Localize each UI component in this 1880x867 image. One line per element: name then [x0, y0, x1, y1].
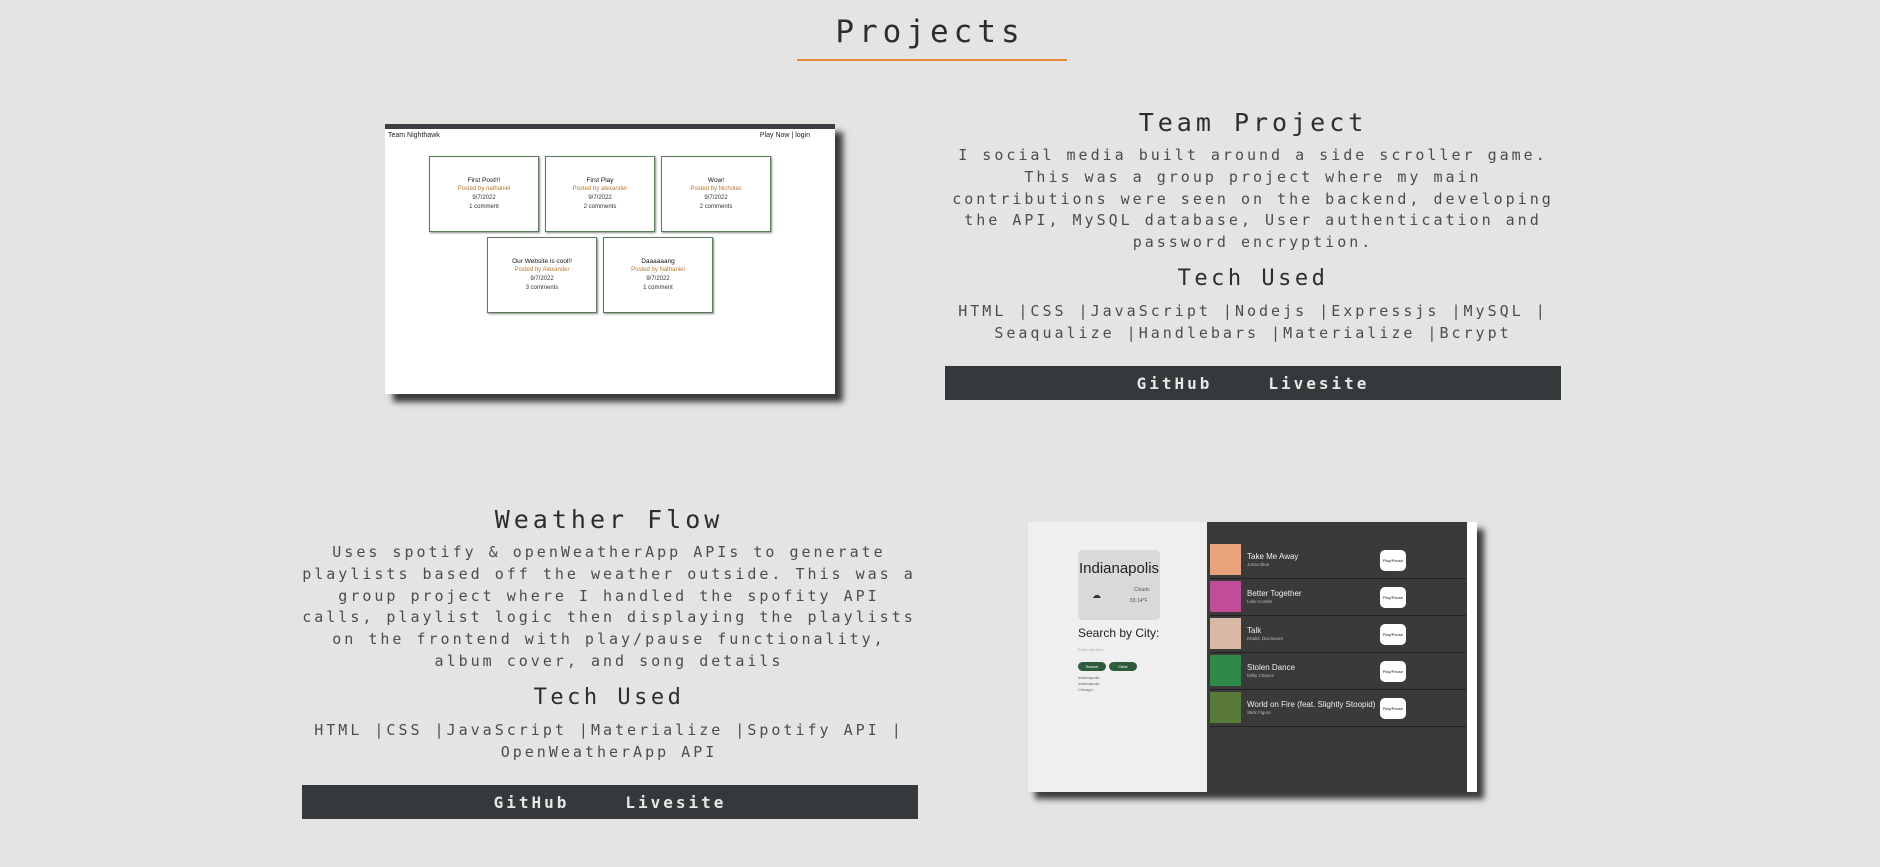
- search-label: Search by City:: [1078, 626, 1160, 640]
- livesite-link[interactable]: Livesite: [625, 793, 726, 812]
- post-comments: 1 comment: [469, 204, 499, 210]
- post-date: 9/7/2022: [530, 276, 554, 282]
- page-title: Projects: [835, 14, 1025, 50]
- play-pause-button: Play/Pause: [1380, 587, 1406, 608]
- search-button: Search: [1078, 662, 1106, 671]
- post-title: Daaaaaang: [641, 258, 675, 265]
- history-item: Chicago: [1078, 687, 1093, 692]
- song-title: Talk: [1247, 626, 1262, 635]
- screenshot-nav: Team Nighthawk Play Now | login: [385, 129, 835, 142]
- post-title: First Play: [586, 177, 614, 184]
- post-byline: Posted by Nicholas: [690, 186, 742, 192]
- song-artist: Khalid, Disclosure: [1247, 636, 1284, 641]
- post-byline: Posted by alexander: [572, 186, 628, 192]
- tech-heading: Tech Used: [533, 684, 685, 710]
- song-artist: Jonas Blue: [1247, 562, 1270, 567]
- song-title: Stolen Dance: [1247, 663, 1296, 672]
- team-project-screenshot: Team Nighthawk Play Now | login First Po…: [385, 124, 835, 394]
- weather-flow-screenshot: Indianapolis ☁ Clouds 83.14°F Search by …: [1028, 522, 1477, 792]
- post-card: First Post!!! Posted by nathaniel 9/7/20…: [429, 156, 539, 232]
- post-date: 9/7/2022: [472, 195, 496, 201]
- song-artist: Luke Combs: [1247, 599, 1273, 604]
- album-cover: [1210, 655, 1241, 686]
- song-row: Talk Khalid, Disclosure Play/Pause: [1210, 616, 1466, 653]
- city-name: Indianapolis: [1078, 560, 1160, 577]
- album-cover: [1210, 581, 1241, 612]
- playlist-panel: Take Me Away Jonas Blue Play/Pause Bette…: [1207, 522, 1467, 792]
- github-link[interactable]: GitHub: [494, 793, 570, 812]
- song-row: Better Together Luke Combs Play/Pause: [1210, 579, 1466, 616]
- post-card: First Play Posted by alexander 9/7/2022 …: [545, 156, 655, 232]
- project-title: Weather Flow: [494, 505, 724, 534]
- post-card: Wow! Posted by Nicholas 9/7/2022 2 comme…: [661, 156, 771, 232]
- play-pause-button: Play/Pause: [1380, 550, 1406, 571]
- post-comments: 1 comment: [643, 285, 673, 291]
- song-artist: Stick Figure: [1247, 710, 1271, 715]
- project-description: Uses spotify & openWeatherApp APIs to ge…: [302, 543, 916, 670]
- livesite-link[interactable]: Livesite: [1268, 374, 1369, 393]
- post-title: Our Website is cool!!: [512, 258, 572, 265]
- play-pause-button: Play/Pause: [1380, 698, 1406, 719]
- album-cover: [1210, 692, 1241, 723]
- title-underline: [797, 59, 1067, 61]
- post-title: First Post!!!: [467, 177, 501, 184]
- weather-condition: Clouds: [1134, 587, 1150, 593]
- post-comments: 3 comments: [525, 285, 559, 291]
- post-date: 9/7/2022: [588, 195, 612, 201]
- play-pause-button: Play/Pause: [1380, 624, 1406, 645]
- weather-flow-info: Weather Flow Uses spotify & openWeatherA…: [299, 505, 919, 763]
- play-pause-button: Play/Pause: [1380, 661, 1406, 682]
- song-title: Better Together: [1247, 589, 1302, 598]
- history-item: Indianapolis: [1078, 675, 1100, 680]
- team-project-links: GitHub Livesite: [945, 366, 1561, 400]
- post-date: 9/7/2022: [646, 276, 670, 282]
- history-item: Indianapolis: [1078, 681, 1100, 686]
- tech-list: HTML |CSS |JavaScript |Nodejs |Expressjs…: [958, 301, 1548, 342]
- song-row: Stolen Dance Milky Chance Play/Pause: [1210, 653, 1466, 690]
- post-byline: Posted by nathaniel: [457, 186, 511, 192]
- post-byline: Posted by Nathaniel: [631, 267, 685, 273]
- search-placeholder: Enter city here: [1078, 647, 1104, 652]
- post-title: Wow!: [707, 177, 725, 184]
- album-cover: [1210, 544, 1241, 575]
- cloud-icon: ☁: [1092, 590, 1101, 600]
- song-row: Take Me Away Jonas Blue Play/Pause: [1210, 542, 1466, 579]
- post-card: Daaaaaang Posted by Nathaniel 9/7/2022 1…: [603, 237, 713, 313]
- tech-list: HTML |CSS |JavaScript |Materialize |Spot…: [314, 720, 904, 761]
- song-row: World on Fire (feat. Slightly Stoopid) S…: [1210, 690, 1466, 727]
- weather-temp: 83.14°F: [1130, 598, 1148, 604]
- screenshot-nav-links: Play Now | login: [759, 132, 810, 139]
- post-comments: 2 comments: [583, 204, 617, 210]
- album-cover: [1210, 618, 1241, 649]
- project-description: I social media built around a side scrol…: [952, 146, 1554, 252]
- screenshot-edge: [1467, 522, 1477, 792]
- weather-flow-links: GitHub Livesite: [302, 785, 918, 819]
- screenshot-brand: Team Nighthawk: [388, 132, 440, 139]
- clear-button: Clear: [1109, 662, 1137, 671]
- song-artist: Milky Chance: [1247, 673, 1275, 678]
- tech-heading: Tech Used: [1177, 265, 1329, 291]
- post-comments: 2 comments: [699, 204, 733, 210]
- github-link[interactable]: GitHub: [1137, 374, 1213, 393]
- post-card: Our Website is cool!! Posted by Alexande…: [487, 237, 597, 313]
- project-title: Team Project: [1138, 108, 1368, 137]
- team-project-info: Team Project I social media built around…: [948, 108, 1558, 345]
- post-byline: Posted by Alexander: [514, 267, 570, 273]
- weather-card: Indianapolis ☁ Clouds 83.14°F: [1078, 550, 1160, 620]
- song-title: Take Me Away: [1247, 552, 1299, 561]
- song-title: World on Fire (feat. Slightly Stoopid): [1247, 700, 1376, 709]
- post-date: 9/7/2022: [704, 195, 728, 201]
